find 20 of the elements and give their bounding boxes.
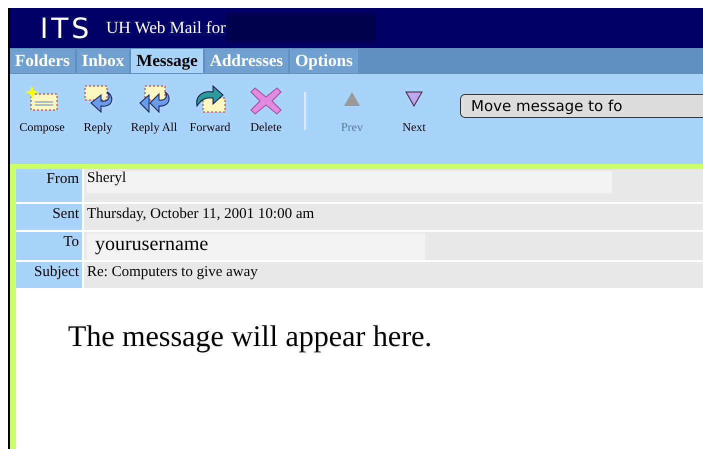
toolbar-button[interactable]: Reply All [126, 84, 182, 135]
field-label: Subject [16, 262, 82, 288]
header-text: Re: Computers to give away [87, 264, 258, 281]
toolbar-button[interactable]: Next [386, 84, 442, 135]
toolbar-button[interactable]: Forward [182, 84, 238, 135]
move-message-button[interactable]: Move message to fo [460, 94, 703, 118]
toolbar-button[interactable]: Compose [14, 84, 70, 135]
header-text: Thursday, October 11, 2001 10:00 am [87, 206, 314, 223]
reply-all-icon [137, 84, 171, 116]
from-value: Sheryl [87, 171, 612, 193]
tab[interactable]: Message [131, 49, 203, 73]
message-body: The message will appear here. [67, 319, 433, 354]
logo: ITS [40, 12, 92, 44]
toolbar-button[interactable]: Delete [238, 84, 294, 135]
toolbar-button[interactable]: Reply [70, 84, 126, 135]
field-label: Sent [16, 204, 82, 230]
app-title: UH Web Mail for [106, 18, 226, 38]
field-label: From [16, 169, 82, 202]
field-label: To [16, 232, 82, 260]
to-value: yourusername [87, 234, 425, 260]
